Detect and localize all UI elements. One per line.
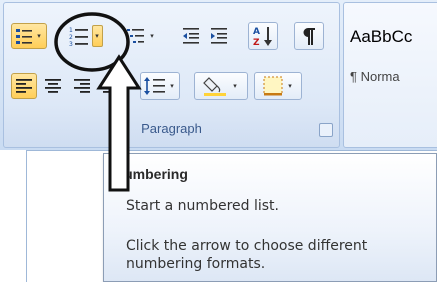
annotation-overlay: [54, 12, 142, 192]
up-arrow-icon: [96, 54, 142, 192]
